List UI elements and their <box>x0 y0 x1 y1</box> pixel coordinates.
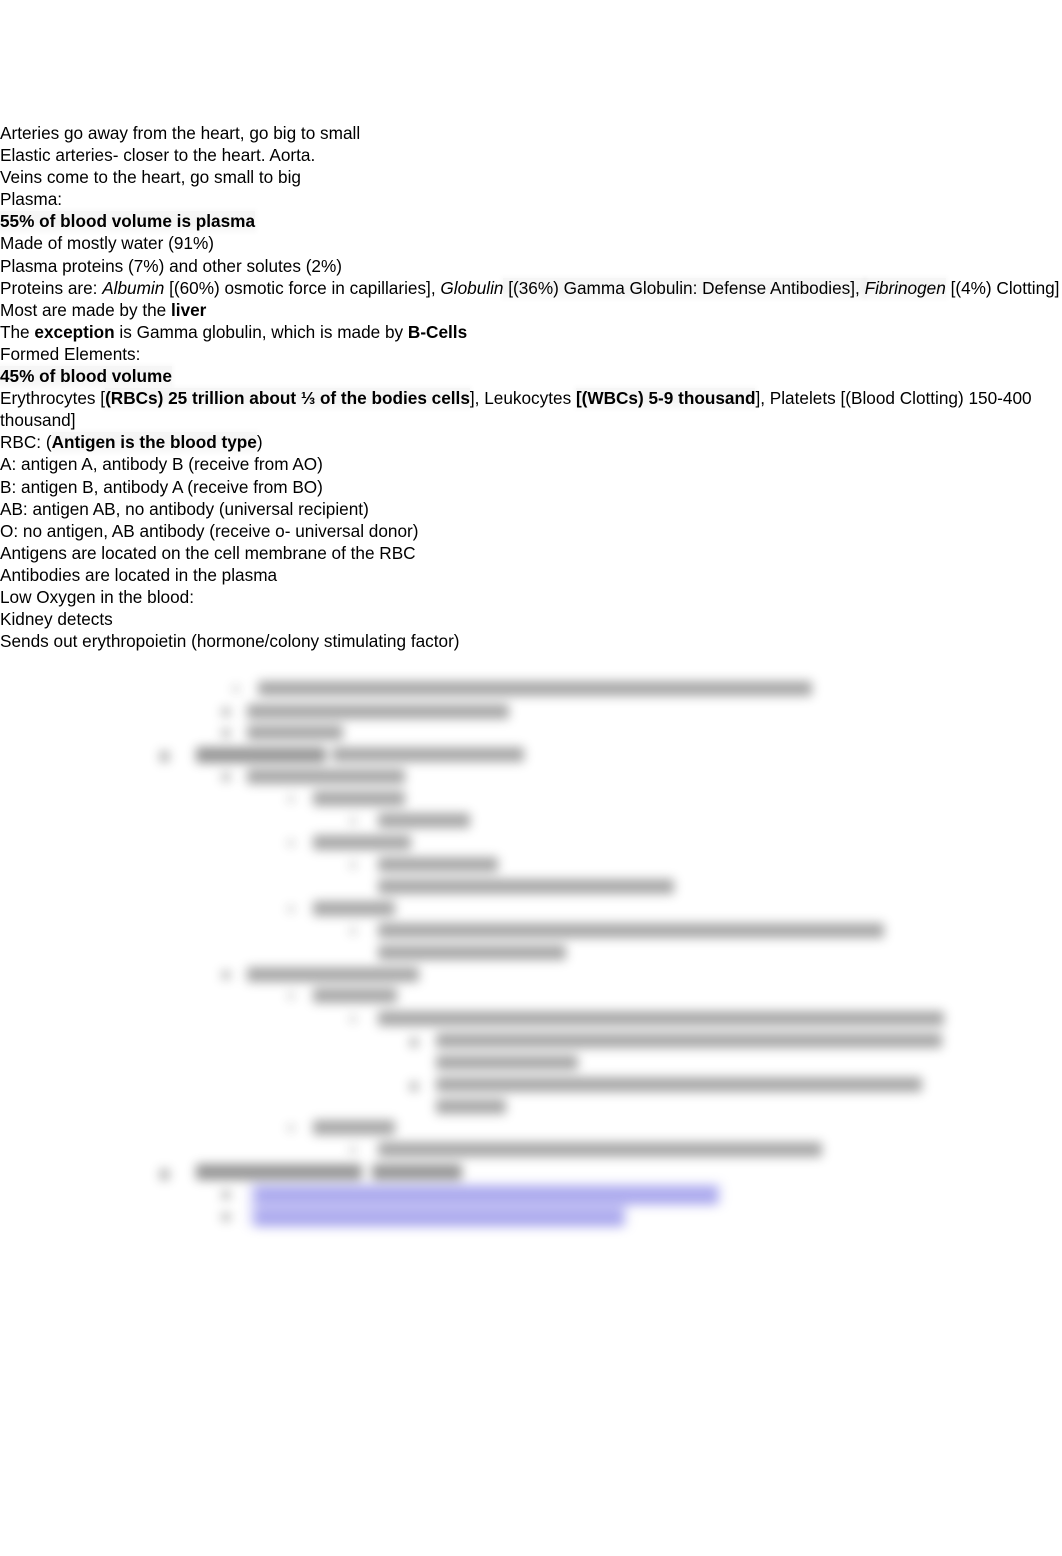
list-item-label: Plasma: <box>0 189 63 210</box>
list-item-plasma-heading: ➔ Plasma: <box>0 188 1062 210</box>
exception-bcells: B-Cells <box>407 321 468 342</box>
rbc-tail: ) <box>256 432 263 453</box>
plasma-volume-text: 55% of blood volume is plasma <box>0 211 256 232</box>
list-item-label: Made of mostly water (91%) <box>0 233 214 254</box>
list-item-kidney-detects: ● Kidney detects <box>0 608 1062 630</box>
erythrocytes-lead: Erythrocytes [ <box>0 388 106 409</box>
list-item-blood-type-a: ◆ A: antigen A, antibody B (receive from… <box>0 453 1062 475</box>
list-item-plasma-proteins: ◆ Plasma proteins (7%) and other solutes… <box>0 255 1062 277</box>
list-item-label: 45% of blood volume <box>0 365 1062 387</box>
list-item-plasma-water: ◆ Made of mostly water (91%) <box>0 232 1062 254</box>
list-item-label: Kidney detects <box>0 609 113 630</box>
list-item-label: Formed Elements: <box>0 343 141 364</box>
list-item-label: AB: antigen AB, no antibody (universal r… <box>0 498 369 519</box>
list-item-protein-breakdown: ◆ Proteins are: Albumin [(60%) osmotic f… <box>0 277 1062 299</box>
document-page: ➔ Arteries go away from the heart, go bi… <box>0 0 1062 1556</box>
outline-root: ➔ Arteries go away from the heart, go bi… <box>0 122 1062 652</box>
list-item-label: Most are made by the liver <box>0 299 1062 321</box>
blurred-obscured-notes-region <box>0 675 1062 1260</box>
exception-mid: is Gamma globulin, which is made by <box>114 321 408 342</box>
protein-albumin: Albumin <box>102 277 165 298</box>
protein-fibrinogen: Fibrinogen <box>864 277 946 298</box>
list-item-label: A: antigen A, antibody B (receive from A… <box>0 454 323 475</box>
list-item-low-oxygen-heading: ◆ Low Oxygen in the blood: <box>0 586 1062 608</box>
list-item-label: Veins come to the heart, go small to big <box>0 167 301 188</box>
protein-fibrinogen-detail: [(4%) Clotting] <box>945 277 1060 298</box>
rbc-count: (RBCs) 25 trillion about ⅓ of the bodies… <box>105 388 470 409</box>
list-item-blood-type-o: ◆ O: no antigen, AB antibody (receive o-… <box>0 520 1062 542</box>
list-item-label: Low Oxygen in the blood: <box>0 586 194 607</box>
wbc-count: [(WBCs) 5-9 thousand <box>575 388 756 409</box>
list-item-label: 55% of blood volume is plasma <box>0 210 1062 232</box>
list-item-formed-volume: ◆ 45% of blood volume <box>0 365 1062 387</box>
list-item-label: Erythrocytes [(RBCs) 25 trillion about ⅓… <box>0 387 1062 431</box>
list-item-label: Arteries go away from the heart, go big … <box>0 123 361 143</box>
notes-outline: ➔ Arteries go away from the heart, go bi… <box>0 0 1062 652</box>
list-item-formed-cell-counts: ◆ Erythrocytes [(RBCs) 25 trillion about… <box>0 387 1062 431</box>
proteins-lead: Proteins are: <box>0 277 103 298</box>
list-item-erythropoietin: ● Sends out erythropoietin (hormone/colo… <box>0 630 1062 652</box>
exception-lead: The <box>0 321 35 342</box>
list-item-arteries: ➔ Arteries go away from the heart, go bi… <box>0 122 1062 144</box>
list-item-label: O: no antigen, AB antibody (receive o- u… <box>0 520 419 541</box>
list-item-label: Sends out erythropoietin (hormone/colony… <box>0 631 460 652</box>
list-item-label: Antibodies are located in the plasma <box>0 564 278 585</box>
list-item-blood-type-b: ◆ B: antigen B, antibody A (receive from… <box>0 476 1062 498</box>
formed-volume-text: 45% of blood volume <box>0 366 172 387</box>
list-item-label: Antigens are located on the cell membran… <box>0 542 416 563</box>
list-item-elastic-arteries: ◆ Elastic arteries- closer to the heart.… <box>0 144 1062 166</box>
protein-globulin: Globulin <box>440 277 504 298</box>
list-item-plasma-volume: ◆ 55% of blood volume is plasma <box>0 210 1062 232</box>
protein-globulin-detail: [(36%) Gamma Globulin: Defense Antibodie… <box>503 277 865 298</box>
list-item-label: B: antigen B, antibody A (receive from B… <box>0 476 323 497</box>
list-item-blood-type-ab: ◆ AB: antigen AB, no antibody (universal… <box>0 498 1062 520</box>
list-item-made-by-liver: ● Most are made by the liver <box>0 299 1062 321</box>
list-item-label: Elastic arteries- closer to the heart. A… <box>0 145 316 166</box>
list-item-rbc-heading: ➔ RBC: (Antigen is the blood type) <box>0 431 1062 453</box>
list-item-veins: ➔ Veins come to the heart, go small to b… <box>0 166 1062 188</box>
list-item-label: The exception is Gamma globulin, which i… <box>0 321 1062 343</box>
rbc-lead: RBC: ( <box>0 432 52 453</box>
made-by-liver: liver <box>171 299 207 320</box>
list-item-exception-bcells: ○ The exception is Gamma globulin, which… <box>0 321 1062 343</box>
list-item-label: Plasma proteins (7%) and other solutes (… <box>0 255 342 276</box>
made-by-lead: Most are made by the <box>0 299 172 320</box>
list-item-label: Proteins are: Albumin [(60%) osmotic for… <box>0 277 1062 299</box>
protein-albumin-detail: [(60%) osmotic force in capillaries], <box>164 277 441 298</box>
list-item-formed-elements-heading: ➔ Formed Elements: <box>0 343 1062 365</box>
list-item-label: RBC: (Antigen is the blood type) <box>0 431 1062 453</box>
rbc-antigen-note: Antigen is the blood type <box>51 432 257 453</box>
exception-word: exception <box>34 321 115 342</box>
list-item-antibody-location: ● Antibodies are located in the plasma <box>0 564 1062 586</box>
leukocytes-lead: ], Leukocytes <box>469 388 576 409</box>
list-item-antigen-location: ● Antigens are located on the cell membr… <box>0 542 1062 564</box>
